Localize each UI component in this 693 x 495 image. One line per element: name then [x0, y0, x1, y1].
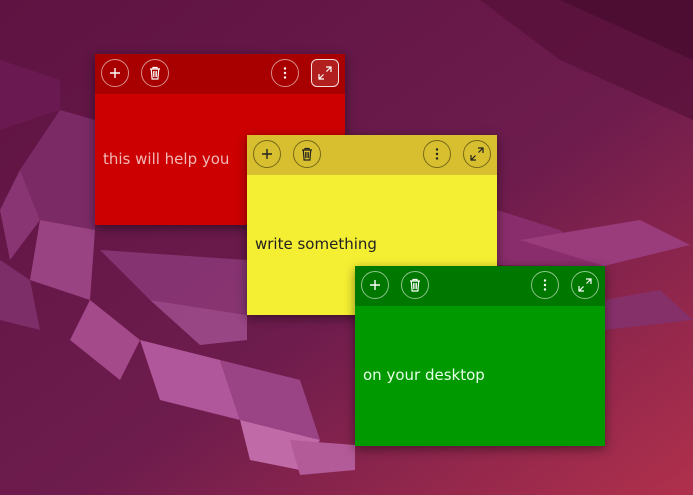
note-toolbar: [247, 135, 497, 175]
delete-note-button[interactable]: [293, 140, 321, 168]
plus-icon: [262, 149, 272, 159]
trash-icon: [150, 66, 160, 80]
note-menu-button[interactable]: [531, 271, 559, 299]
note-toolbar: [355, 266, 605, 306]
expand-icon: [318, 66, 332, 80]
note-body[interactable]: on your desktop: [355, 306, 605, 446]
note-text[interactable]: on your desktop: [363, 366, 485, 384]
plus-icon: [110, 68, 120, 78]
new-note-button[interactable]: [101, 59, 129, 87]
note-text[interactable]: this will help you: [103, 150, 229, 168]
plus-icon: [370, 280, 380, 290]
sticky-note-green[interactable]: on your desktop: [355, 266, 605, 446]
expand-icon: [578, 278, 592, 292]
more-vertical-icon: [543, 279, 547, 291]
more-vertical-icon: [435, 148, 439, 160]
trash-icon: [410, 278, 420, 292]
expand-note-button[interactable]: [311, 59, 339, 87]
expand-icon: [470, 147, 484, 161]
new-note-button[interactable]: [361, 271, 389, 299]
note-text[interactable]: write something: [255, 235, 377, 253]
trash-icon: [302, 147, 312, 161]
delete-note-button[interactable]: [141, 59, 169, 87]
more-vertical-icon: [283, 67, 287, 79]
note-toolbar: [95, 54, 345, 94]
new-note-button[interactable]: [253, 140, 281, 168]
note-menu-button[interactable]: [271, 59, 299, 87]
expand-note-button[interactable]: [571, 271, 599, 299]
expand-note-button[interactable]: [463, 140, 491, 168]
delete-note-button[interactable]: [401, 271, 429, 299]
note-menu-button[interactable]: [423, 140, 451, 168]
